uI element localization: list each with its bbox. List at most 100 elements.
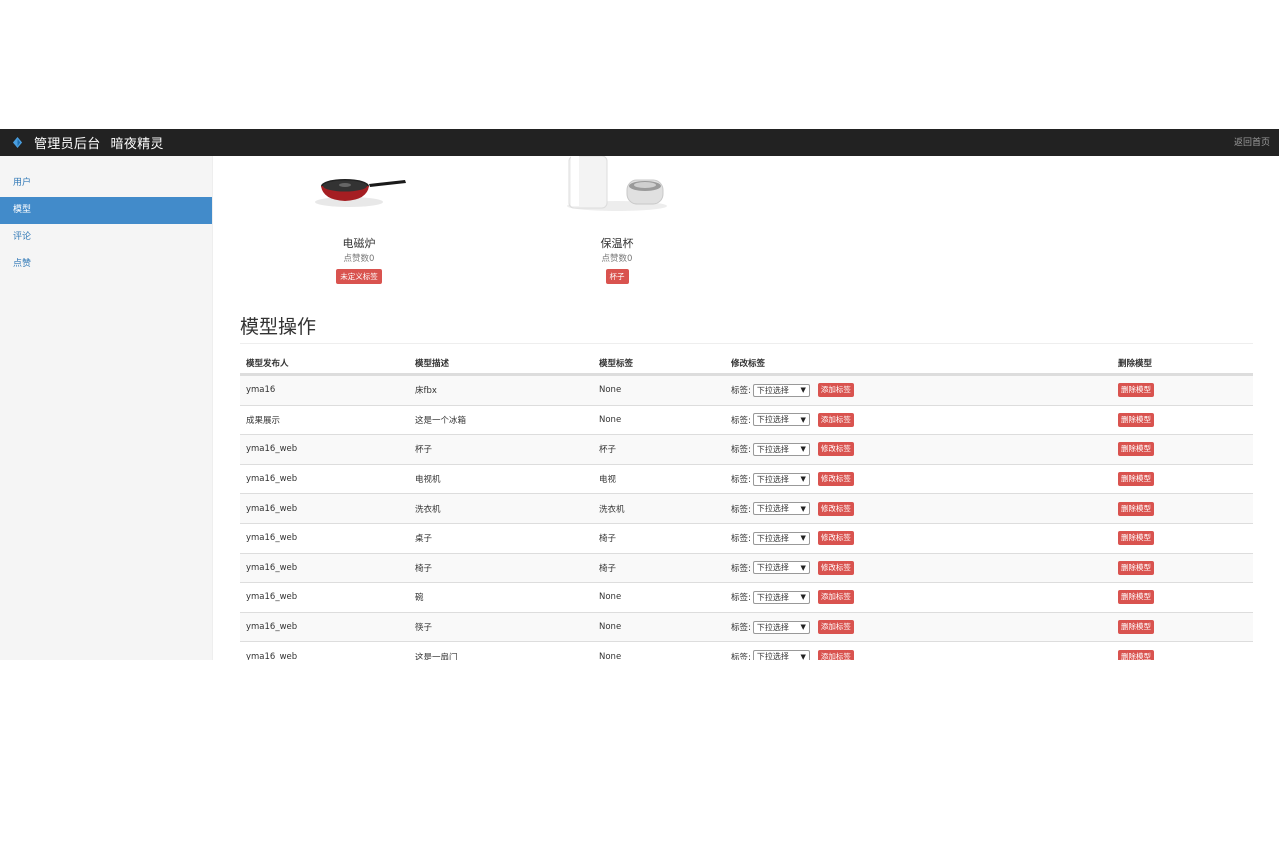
- tag-action-button[interactable]: 添加标签: [817, 412, 854, 427]
- product-card[interactable]: 电磁炉 点赞数0 未定义标签: [299, 156, 419, 284]
- delete-model-button[interactable]: 删除模型: [1118, 590, 1154, 605]
- dropdown-arrow-icon: ▼: [800, 415, 806, 424]
- top-navbar: 管理员后台 暗夜精灵 返回首页: [0, 129, 1279, 156]
- cell-tag: None: [599, 622, 622, 633]
- dropdown-arrow-icon: ▼: [800, 475, 806, 484]
- cell-edit-tag: 标签: 下拉选择 ▼ 添加标签: [726, 383, 1112, 398]
- cell-description: 碗: [415, 593, 424, 604]
- delete-model-button[interactable]: 删除模型: [1118, 412, 1154, 427]
- sidebar-item-models[interactable]: 模型: [0, 197, 212, 224]
- tag-action-button[interactable]: 修改标签: [817, 531, 854, 546]
- tag-select[interactable]: 下拉选择 ▼: [752, 502, 810, 516]
- tag-select[interactable]: 下拉选择 ▼: [752, 590, 810, 604]
- dropdown-arrow-icon: ▼: [800, 593, 806, 602]
- tag-select[interactable]: 下拉选择 ▼: [752, 561, 810, 575]
- tag-label: 标签:: [731, 534, 751, 545]
- tag-action-button[interactable]: 修改标签: [817, 501, 854, 516]
- dropdown-arrow-icon: ▼: [800, 386, 806, 395]
- tag-select-value: 下拉选择: [756, 415, 789, 425]
- tag-label: 标签:: [731, 445, 751, 456]
- product-likes: 点赞数0: [601, 254, 633, 264]
- tag-action-button[interactable]: 添加标签: [817, 649, 854, 660]
- app-viewport: 管理员后台 暗夜精灵 返回首页 用户 模型 评论 点赞 电磁炉 点赞数0 未定义…: [0, 129, 1279, 660]
- product-name: 电磁炉: [342, 237, 376, 250]
- delete-model-button[interactable]: 删除模型: [1118, 383, 1154, 398]
- tag-label: 标签:: [731, 504, 751, 515]
- cell-description: 筷子: [415, 623, 433, 634]
- main-content: 电磁炉 点赞数0 未定义标签 保温杯 点赞数0 杯子 模型操作 模型发布人 模型…: [240, 155, 1253, 660]
- tag-select[interactable]: 下拉选择 ▼: [752, 531, 810, 545]
- delete-model-button[interactable]: 删除模型: [1118, 501, 1154, 516]
- tag-select-value: 下拉选择: [756, 563, 789, 573]
- team-name: 暗夜精灵: [110, 137, 164, 152]
- table-row: yma16_web 筷子 None 标签: 下拉选择 ▼ 添加标签 删除模型: [240, 611, 1253, 642]
- tag-select[interactable]: 下拉选择 ▼: [752, 650, 810, 660]
- tag-action-button[interactable]: 添加标签: [817, 383, 854, 398]
- cell-delete: 删除模型: [1112, 501, 1253, 516]
- table-row: 成果展示 这是一个冰箱 None 标签: 下拉选择 ▼ 添加标签 删除模型: [240, 404, 1253, 435]
- tag-select-value: 下拉选择: [756, 592, 789, 602]
- cell-publisher: yma16_web: [246, 592, 298, 603]
- cell-delete: 删除模型: [1112, 472, 1253, 487]
- tag-select[interactable]: 下拉选择 ▼: [752, 442, 810, 456]
- tag-action-button[interactable]: 修改标签: [817, 560, 854, 575]
- tag-select-value: 下拉选择: [756, 533, 789, 543]
- dropdown-arrow-icon: ▼: [800, 445, 806, 454]
- product-likes: 点赞数0: [343, 254, 375, 264]
- dropdown-arrow-icon: ▼: [800, 652, 806, 660]
- cell-description: 桌子: [415, 534, 433, 545]
- cell-edit-tag: 标签: 下拉选择 ▼ 修改标签: [726, 472, 1112, 487]
- tag-action-button[interactable]: 添加标签: [817, 590, 854, 605]
- table-body: yma16 床fbx None 标签: 下拉选择 ▼ 添加标签 删除模型 成果展示 这是一个冰箱 N…: [240, 375, 1253, 660]
- tag-label: 标签:: [731, 623, 751, 634]
- sidebar-item-users[interactable]: 用户: [0, 170, 212, 197]
- delete-model-button[interactable]: 删除模型: [1118, 649, 1154, 660]
- cell-tag: 椅子: [599, 563, 617, 574]
- dropdown-arrow-icon: ▼: [800, 534, 806, 543]
- tag-action-button[interactable]: 添加标签: [817, 620, 854, 635]
- tag-action-button[interactable]: 修改标签: [817, 472, 854, 487]
- product-tag-badge: 未定义标签: [336, 269, 382, 284]
- cell-edit-tag: 标签: 下拉选择 ▼ 修改标签: [726, 531, 1112, 546]
- cell-tag: 洗衣机: [599, 504, 625, 515]
- cell-description: 电视机: [415, 475, 441, 486]
- tag-label: 标签:: [731, 475, 751, 486]
- delete-model-button[interactable]: 删除模型: [1118, 472, 1154, 487]
- cell-edit-tag: 标签: 下拉选择 ▼ 添加标签: [726, 620, 1112, 635]
- delete-model-button[interactable]: 删除模型: [1118, 560, 1154, 575]
- table-row: yma16_web 这是一扇门 None 标签: 下拉选择 ▼ 添加标签 删除模型: [240, 641, 1253, 660]
- home-link[interactable]: 返回首页: [1234, 135, 1270, 148]
- delete-model-button[interactable]: 删除模型: [1118, 620, 1154, 635]
- header-publisher: 模型发布人: [246, 358, 289, 369]
- tag-select[interactable]: 下拉选择 ▼: [752, 620, 810, 634]
- tag-select[interactable]: 下拉选择 ▼: [752, 472, 810, 486]
- cell-tag: None: [599, 385, 622, 396]
- tag-select[interactable]: 下拉选择 ▼: [752, 383, 810, 397]
- tag-select-value: 下拉选择: [756, 444, 789, 454]
- table-row: yma16 床fbx None 标签: 下拉选择 ▼ 添加标签 删除模型: [240, 375, 1253, 405]
- table-row: yma16_web 碗 None 标签: 下拉选择 ▼ 添加标签 删除模型: [240, 582, 1253, 612]
- dropdown-arrow-icon: ▼: [800, 623, 806, 632]
- product-card[interactable]: 保温杯 点赞数0 杯子: [557, 155, 677, 284]
- header-delete: 删除模型: [1118, 358, 1153, 369]
- dropdown-arrow-icon: ▼: [800, 504, 806, 513]
- delete-model-button[interactable]: 删除模型: [1118, 531, 1154, 546]
- table-row: yma16_web 椅子 椅子 标签: 下拉选择 ▼ 修改标签 删除模型: [240, 552, 1253, 583]
- brand[interactable]: 管理员后台 暗夜精灵: [12, 133, 164, 152]
- tag-action-button[interactable]: 修改标签: [817, 442, 854, 457]
- cell-publisher: yma16_web: [246, 651, 298, 660]
- cell-description: 床fbx: [415, 386, 437, 397]
- delete-model-button[interactable]: 删除模型: [1118, 442, 1154, 457]
- tag-select[interactable]: 下拉选择 ▼: [752, 413, 810, 427]
- product-image-pan: [299, 156, 419, 224]
- table-row: yma16_web 洗衣机 洗衣机 标签: 下拉选择 ▼ 修改标签 删除模型: [240, 493, 1253, 523]
- header-tag: 模型标签: [599, 358, 634, 369]
- sidebar-item-comments[interactable]: 评论: [0, 224, 212, 251]
- logo-icon: [12, 137, 23, 148]
- tag-label: 标签:: [731, 386, 751, 397]
- cell-tag: 杯子: [599, 445, 617, 456]
- cell-delete: 删除模型: [1112, 383, 1253, 398]
- section-title: 模型操作: [240, 316, 317, 338]
- sidebar-item-likes[interactable]: 点赞: [0, 251, 212, 278]
- cell-tag: 椅子: [599, 534, 617, 545]
